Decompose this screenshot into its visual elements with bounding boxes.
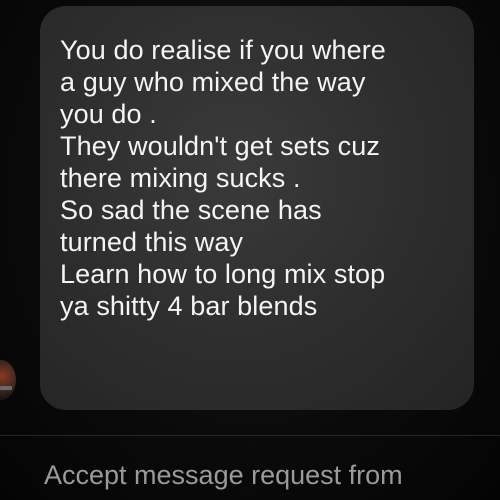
footer-divider <box>0 435 500 436</box>
message-line: You do realise if you where <box>60 35 386 65</box>
message-line: you do . <box>60 99 157 129</box>
message-request-prompt: Accept message request from <box>44 460 403 490</box>
message-line: They wouldn't get sets cuz <box>60 131 380 161</box>
message-line: a guy who mixed the way <box>60 67 366 97</box>
dm-request-screen: You do realise if you where a guy who mi… <box>0 0 500 500</box>
message-line: turned this way <box>60 227 244 257</box>
sender-avatar[interactable] <box>0 360 16 400</box>
message-line: So sad the scene has <box>60 195 322 225</box>
message-line: ya shitty 4 bar blends <box>60 291 318 321</box>
avatar-logo-icon <box>0 386 12 390</box>
message-bubble[interactable]: You do realise if you where a guy who mi… <box>40 6 474 410</box>
message-line: Learn how to long mix stop <box>60 259 386 289</box>
message-line: there mixing sucks . <box>60 163 301 193</box>
